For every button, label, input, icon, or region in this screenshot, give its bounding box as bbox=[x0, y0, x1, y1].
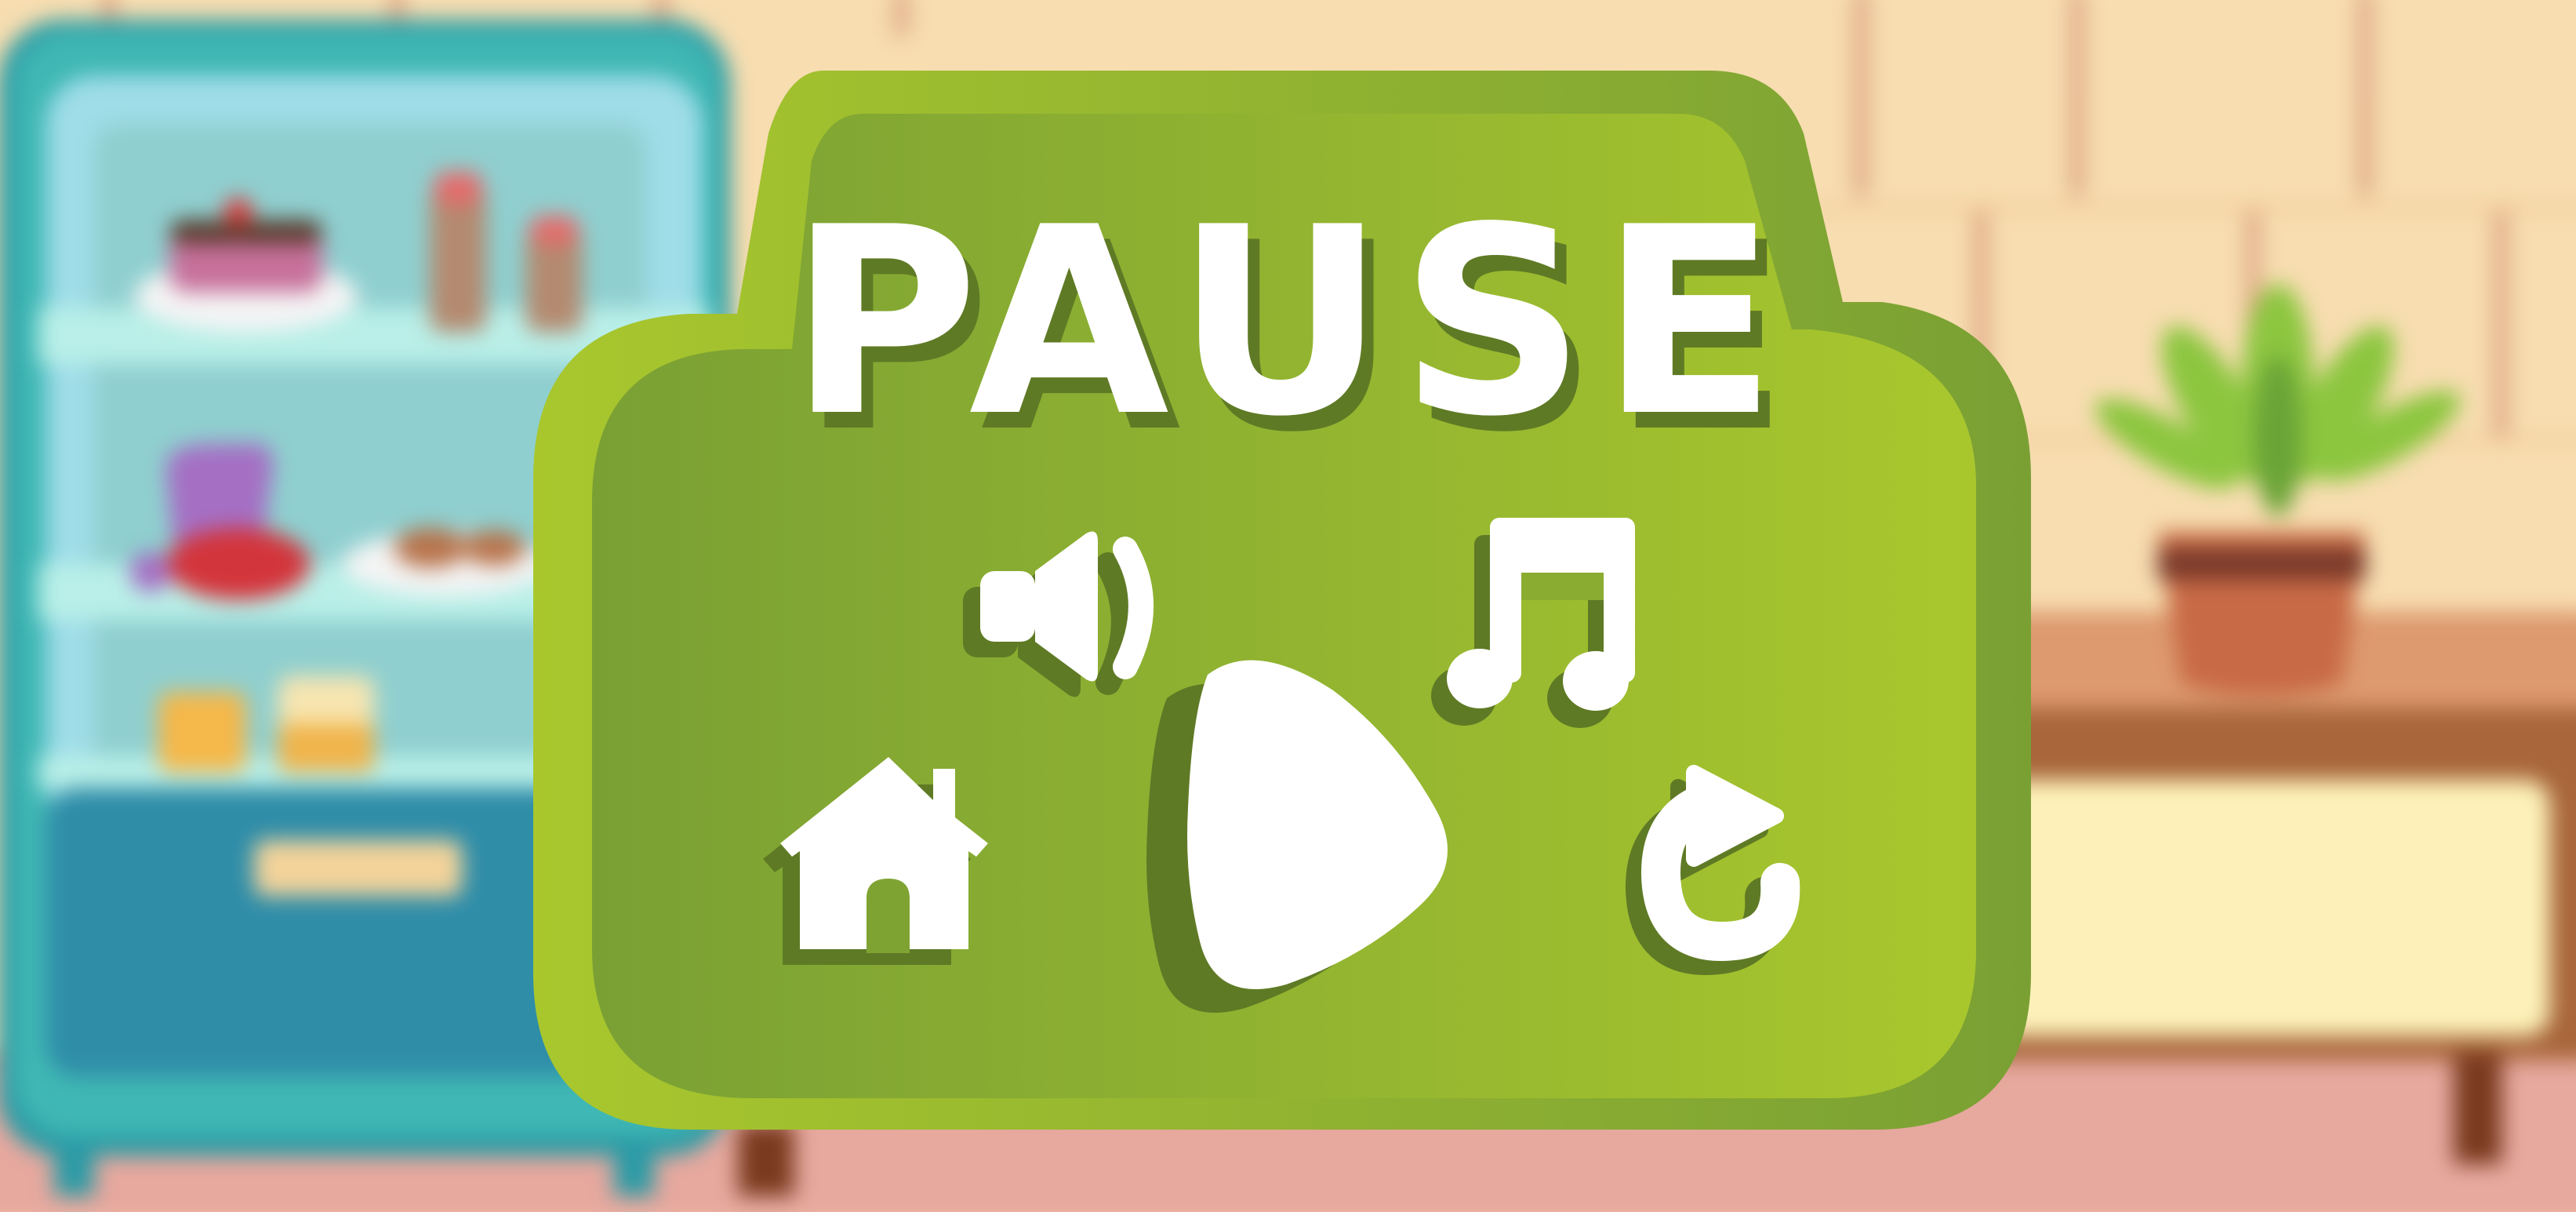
pause-panel: PAUSE PAUSE bbox=[533, 71, 2031, 1130]
pause-title: PAUSE PAUSE bbox=[789, 172, 1791, 489]
game-screen: PAUSE PAUSE bbox=[0, 0, 2576, 1212]
pause-title-text: PAUSE bbox=[789, 172, 1791, 473]
